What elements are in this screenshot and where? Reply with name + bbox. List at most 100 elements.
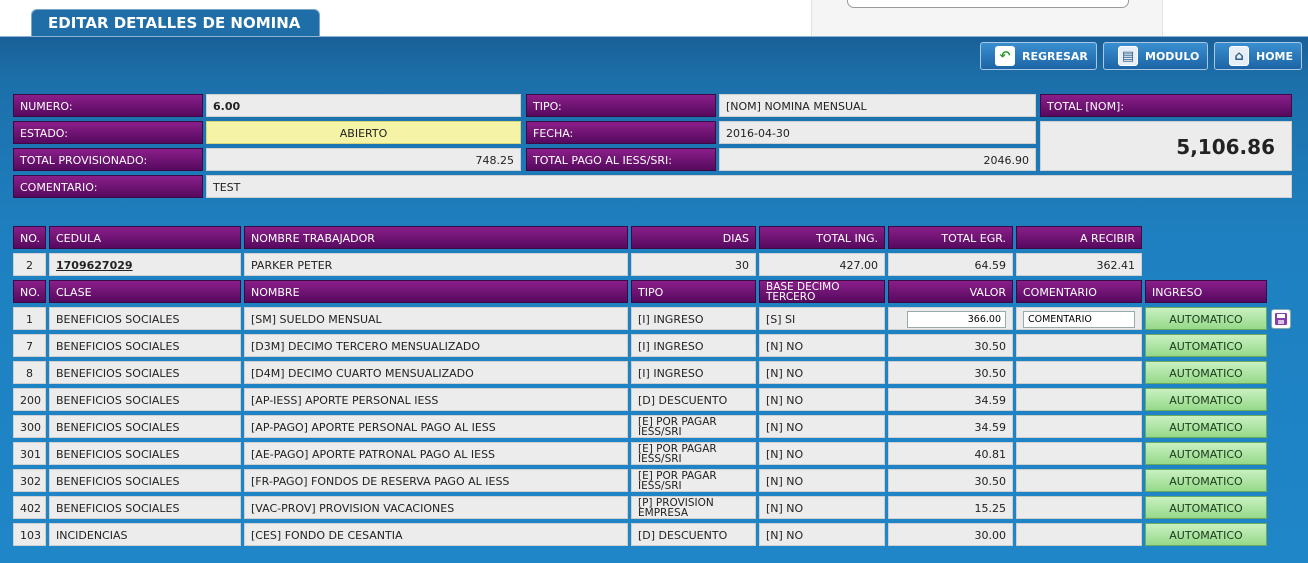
row-no: 1 — [13, 307, 46, 330]
row-comentario — [1016, 388, 1142, 411]
row-comentario — [1016, 442, 1142, 465]
row-no: 8 — [13, 361, 46, 384]
tipo-label: TIPO: — [526, 94, 716, 117]
row-no: 103 — [13, 523, 46, 546]
worker-col-cedula: CEDULA — [49, 226, 241, 249]
worker-col-nombre: NOMBRE TRABAJADOR — [244, 226, 628, 249]
worker-col-no: NO. — [13, 226, 46, 249]
row-nombre: [D3M] DECIMO TERCERO MENSUALIZADO — [244, 334, 628, 357]
top-search-area — [811, 0, 1163, 36]
row-valor: 30.50 — [888, 334, 1013, 357]
pago-iess-label: TOTAL PAGO AL IESS/SRI: — [526, 148, 716, 171]
worker-cedula-link[interactable]: 1709627029 — [49, 253, 241, 276]
row-ingreso-button[interactable]: AUTOMATICO — [1145, 388, 1267, 411]
total-label: TOTAL [NOM]: — [1040, 94, 1292, 117]
row-no: 7 — [13, 334, 46, 357]
row-base: [N] NO — [759, 415, 885, 438]
row-nombre: [VAC-PROV] PROVISION VACACIONES — [244, 496, 628, 519]
row-tipo: [D] DESCUENTO — [631, 388, 756, 411]
tipo-value: [NOM] NOMINA MENSUAL — [719, 94, 1036, 117]
row-no: 302 — [13, 469, 46, 492]
row-base: [S] SI — [759, 307, 885, 330]
row-ingreso-button[interactable]: AUTOMATICO — [1145, 469, 1267, 492]
worker-a-recibir: 362.41 — [1016, 253, 1142, 276]
numero-value: 6.00 — [206, 94, 521, 117]
row-nombre: [AP-PAGO] APORTE PERSONAL PAGO AL IESS — [244, 415, 628, 438]
row-clase: BENEFICIOS SOCIALES — [49, 307, 241, 330]
row-comentario — [1016, 334, 1142, 357]
fecha-label: FECHA: — [526, 121, 716, 144]
row-clase: BENEFICIOS SOCIALES — [49, 442, 241, 465]
detail-col-no: NO. — [13, 280, 46, 303]
modulo-label: MODULO — [1145, 49, 1200, 63]
row-valor: 15.25 — [888, 496, 1013, 519]
row-base: [N] NO — [759, 334, 885, 357]
comentario-input[interactable] — [1023, 311, 1135, 328]
return-arrow-icon: ↶ — [995, 46, 1015, 66]
row-nombre: [AP-IESS] APORTE PERSONAL IESS — [244, 388, 628, 411]
detail-col-tipo: TIPO — [631, 280, 756, 303]
row-base: [N] NO — [759, 469, 885, 492]
worker-col-dias: DIAS — [631, 226, 756, 249]
floppy-disk-icon — [1275, 313, 1287, 325]
modulo-button[interactable]: ▤ MODULO — [1103, 42, 1208, 70]
row-ingreso-button[interactable]: AUTOMATICO — [1145, 496, 1267, 519]
row-tipo: [E] POR PAGAR IESS/SRI — [631, 469, 756, 492]
worker-col-total-ing: TOTAL ING. — [759, 226, 885, 249]
row-no: 300 — [13, 415, 46, 438]
provisionado-label: TOTAL PROVISIONADO: — [13, 148, 203, 171]
row-ingreso-button[interactable]: AUTOMATICO — [1145, 334, 1267, 357]
row-tipo: [I] INGRESO — [631, 361, 756, 384]
window-icon: ▤ — [1118, 46, 1138, 66]
row-base: [N] NO — [759, 388, 885, 411]
row-comentario — [1016, 496, 1142, 519]
regresar-label: REGRESAR — [1022, 49, 1088, 63]
row-valor: 34.59 — [888, 415, 1013, 438]
row-ingreso-button[interactable]: AUTOMATICO — [1145, 523, 1267, 546]
numero-label: NUMERO: — [13, 94, 203, 117]
row-no: 301 — [13, 442, 46, 465]
home-label: HOME — [1256, 49, 1294, 63]
row-valor: 40.81 — [888, 442, 1013, 465]
estado-value: ABIERTO — [206, 121, 521, 144]
home-icon: ⌂ — [1229, 46, 1249, 66]
row-tipo: [P] PROVISION EMPRESA — [631, 496, 756, 519]
row-nombre: [FR-PAGO] FONDOS DE RESERVA PAGO AL IESS — [244, 469, 628, 492]
row-valor: 30.50 — [888, 361, 1013, 384]
row-comentario — [1016, 469, 1142, 492]
comentario-value: TEST — [206, 175, 1292, 198]
detail-col-valor: VALOR — [888, 280, 1013, 303]
worker-nombre: PARKER PETER — [244, 253, 628, 276]
detail-col-comentario: COMENTARIO — [1016, 280, 1142, 303]
row-comentario — [1016, 523, 1142, 546]
row-tipo: [D] DESCUENTO — [631, 523, 756, 546]
row-nombre: [AE-PAGO] APORTE PATRONAL PAGO AL IESS — [244, 442, 628, 465]
regresar-button[interactable]: ↶ REGRESAR — [980, 42, 1097, 70]
row-clase: BENEFICIOS SOCIALES — [49, 334, 241, 357]
total-value: 5,106.86 — [1040, 121, 1292, 171]
worker-total-egr: 64.59 — [888, 253, 1013, 276]
worker-col-a-recibir: A RECIBIR — [1016, 226, 1142, 249]
row-nombre: [D4M] DECIMO CUARTO MENSUALIZADO — [244, 361, 628, 384]
row-tipo: [I] INGRESO — [631, 307, 756, 330]
row-ingreso-button[interactable]: AUTOMATICO — [1145, 361, 1267, 384]
save-row-button[interactable] — [1271, 309, 1291, 329]
row-clase: INCIDENCIAS — [49, 523, 241, 546]
row-clase: BENEFICIOS SOCIALES — [49, 361, 241, 384]
row-clase: BENEFICIOS SOCIALES — [49, 496, 241, 519]
row-valor: 30.50 — [888, 469, 1013, 492]
top-search-input[interactable] — [847, 0, 1129, 8]
row-ingreso-button[interactable]: AUTOMATICO — [1145, 307, 1267, 330]
page-title-tab[interactable]: EDITAR DETALLES DE NOMINA — [31, 9, 320, 37]
detail-col-clase: CLASE — [49, 280, 241, 303]
home-button[interactable]: ⌂ HOME — [1214, 42, 1302, 70]
row-no: 200 — [13, 388, 46, 411]
row-ingreso-button[interactable]: AUTOMATICO — [1145, 442, 1267, 465]
comentario-label: COMENTARIO: — [13, 175, 203, 198]
pago-iess-value: 2046.90 — [719, 148, 1036, 171]
row-clase: BENEFICIOS SOCIALES — [49, 415, 241, 438]
main-panel: ↶ REGRESAR ▤ MODULO ⌂ HOME NUMERO: 6.00 … — [0, 36, 1308, 563]
valor-input[interactable] — [907, 311, 1006, 328]
row-ingreso-button[interactable]: AUTOMATICO — [1145, 415, 1267, 438]
row-base: [N] NO — [759, 496, 885, 519]
